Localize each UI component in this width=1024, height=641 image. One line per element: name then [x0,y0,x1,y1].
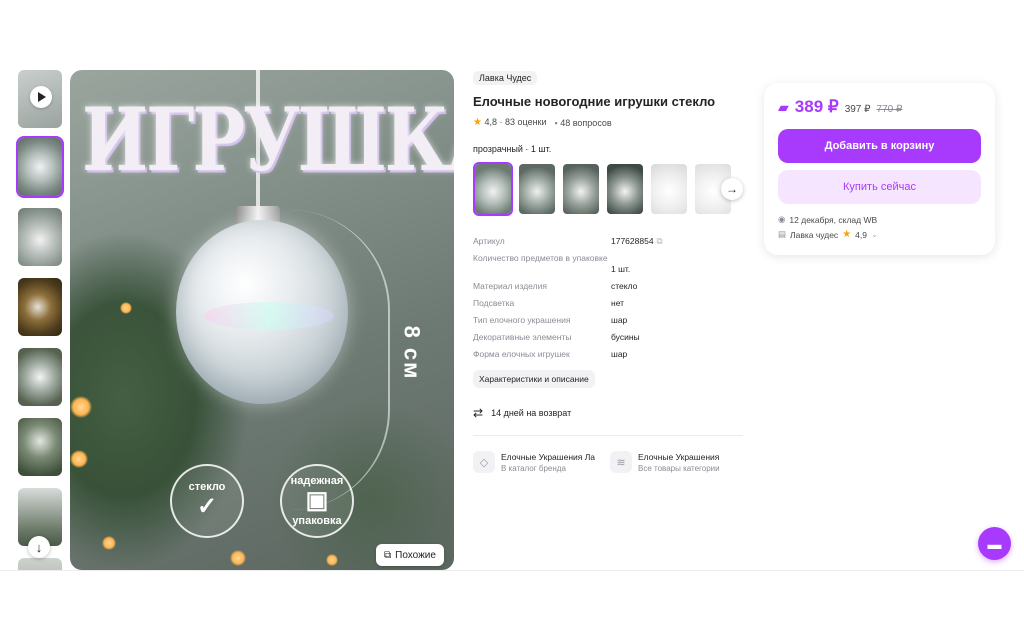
star-icon: ★ [842,229,852,240]
category-link[interactable]: ≋ Елочные Украшения Все товары категории [610,451,735,473]
layers-icon: ≋ [610,451,632,473]
variant-option[interactable] [561,162,601,216]
return-arrows-icon: ⇄ [473,406,484,420]
return-policy[interactable]: ⇄ 14 дней на возврат [473,406,748,420]
divider [473,435,743,436]
packaging-badge: надежная ▣ упаковка [280,464,354,538]
spec-row: Артикул 177628854 ⧉ [473,236,663,247]
questions-link[interactable]: ▪ 48 вопросов [555,118,612,128]
thumbnail-image[interactable] [16,556,64,570]
box-shield-icon: ▣ [305,487,329,514]
chevron-down-icon: ⌄ [870,229,879,239]
thumbnails-scroll-down-button[interactable]: ↓ [28,536,50,558]
glass-badge: стекло ✓ [170,464,244,538]
spec-row: Подсветка нет [473,298,625,308]
buy-now-button[interactable]: Купить сейчас [778,170,981,204]
product-info: Лавка Чудес Елочные новогодние игрушки с… [473,68,748,473]
old-price: 770 ₽ [876,104,903,115]
thumbnail-image[interactable] [16,346,64,408]
spec-row: Материал изделия стекло [473,281,638,291]
tag-icon: ◇ [473,451,495,473]
arrow-right-icon: → [726,182,738,196]
star-icon: ★ [473,117,482,128]
variant-option[interactable] [605,162,645,216]
rating-row: ★ 4,8 · 83 оценки ▪ 48 вопросов [473,117,748,128]
brand-chip[interactable]: Лавка Чудес [473,71,538,85]
warehouse-icon: ◉ [778,214,786,224]
size-label: 8 см [399,325,425,381]
add-to-cart-button[interactable]: Добавить в корзину [778,129,981,163]
seller-info[interactable]: ▤ Лавка чудес ★ 4,9 ⌄ [778,229,981,240]
product-page: ↓ ИГРУШКА 8 см стекло ✓ надежная ▣ упако… [0,0,1024,641]
variant-label: прозрачный · 1 шт. [473,144,552,154]
product-title: Елочные новогодние игрушки стекло [473,94,716,109]
wallet-icon: ▰ [778,99,789,115]
chat-bubble-icon: ▪ [554,117,558,128]
spec-row: Тип елочного украшения шар [473,315,628,325]
image-headline: ИГРУШКА [82,87,454,192]
spec-row: Декоративные элементы бусины [473,332,640,342]
thumbnail-image[interactable] [16,206,64,268]
brand-links: ◇ Елочные Украшения Ла В каталог бренда … [473,451,748,473]
thumbnail-image[interactable] [16,136,64,198]
variant-selector: → [473,162,748,216]
delivery-info: ◉ 12 декабря, склад WB [778,214,878,225]
chat-button[interactable]: ▬ [978,527,1011,560]
thumbnail-image[interactable] [16,276,64,338]
spec-row: Количество предметов в упаковке 1 шт. [473,253,631,274]
similar-button[interactable]: ⧉ Похожие [376,544,444,566]
rating-link[interactable]: ★ 4,8 · 83 оценки [473,117,547,128]
thumbnail-image[interactable] [16,416,64,478]
current-price: 389 ₽ [794,97,839,116]
variant-option[interactable] [649,162,689,216]
arrow-down-icon: ↓ [35,539,43,555]
variant-option[interactable] [517,162,557,216]
price-without-wallet: 397 ₽ [844,104,871,115]
play-icon[interactable] [30,86,52,108]
thumbnail-list[interactable] [16,68,64,570]
brand-catalog-link[interactable]: ◇ Елочные Украшения Ла В каталог бренда [473,451,598,473]
check-circle-icon: ✓ [196,493,218,521]
spec-table: Артикул 177628854 ⧉ Количество предметов… [473,236,743,360]
price-row: ▰ 389 ₽ 397 ₽ 770 ₽ [778,97,981,117]
characteristics-button[interactable]: Характеристики и описание [473,370,595,388]
thumbnail-video[interactable] [16,68,64,130]
copy-icon[interactable]: ⧉ [657,236,663,247]
main-product-image[interactable]: ИГРУШКА 8 см стекло ✓ надежная ▣ упаковк… [70,70,454,570]
shop-icon: ▤ [778,229,787,239]
image-search-icon: ⧉ [384,549,392,561]
variants-next-button[interactable]: → [721,178,743,200]
price-card: ▰ 389 ₽ 397 ₽ 770 ₽ Добавить в корзину К… [764,83,995,255]
variant-option[interactable] [473,162,513,216]
chat-icon: ▬ [987,535,1002,552]
spec-row: Форма елочных игрушек шар [473,349,628,359]
